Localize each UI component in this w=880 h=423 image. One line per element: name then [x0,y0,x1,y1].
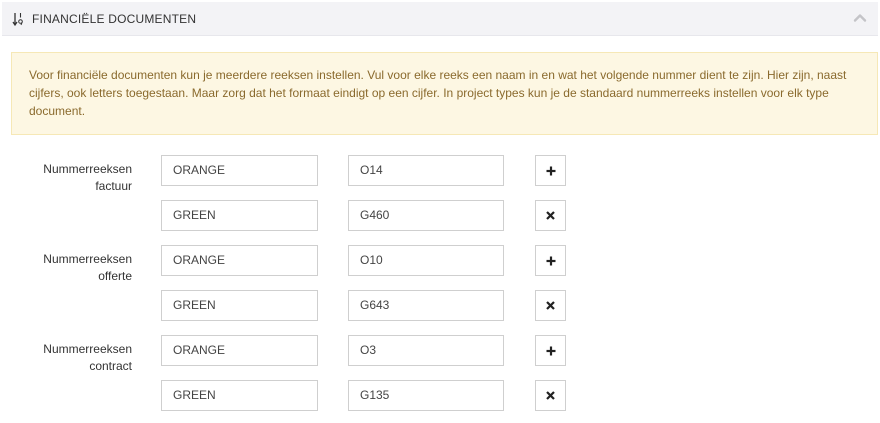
series-name-input[interactable]: GREEN [161,200,318,231]
plus-icon [546,166,555,175]
next-number-input[interactable]: G643 [348,290,504,321]
panel-title: FINANCIËLE DOCUMENTEN [32,12,197,26]
remove-series-button[interactable] [535,200,566,231]
series-name-input[interactable]: GREEN [161,380,318,411]
series-name-input[interactable]: ORANGE [161,245,318,276]
next-number-input[interactable]: G135 [348,380,504,411]
add-series-button[interactable] [535,335,566,366]
add-series-button[interactable] [535,245,566,276]
plus-icon [546,256,555,265]
series-name-input[interactable]: ORANGE [161,155,318,186]
add-series-button[interactable] [535,155,566,186]
series-label-contract: Nummerreeksen contract [20,341,132,375]
remove-series-button[interactable] [535,290,566,321]
label-line: Nummerreeksen [43,252,132,266]
next-number-input[interactable]: O3 [348,335,504,366]
series-name-input[interactable]: GREEN [161,290,318,321]
sort-numeric-icon [12,11,24,27]
label-line: Nummerreeksen [43,162,132,176]
next-number-input[interactable]: O14 [348,155,504,186]
close-icon [546,211,555,220]
series-name-input[interactable]: ORANGE [161,335,318,366]
series-label-offerte: Nummerreeksen offerte [20,251,132,285]
label-line: Nummerreeksen [43,342,132,356]
next-number-input[interactable]: O10 [348,245,504,276]
close-icon [546,301,555,310]
label-line: offerte [98,269,132,283]
plus-icon [546,346,555,355]
info-notice: Voor financiële documenten kun je meerde… [11,52,878,135]
series-label-factuur: Nummerreeksen factuur [20,161,132,195]
next-number-input[interactable]: G460 [348,200,504,231]
remove-series-button[interactable] [535,380,566,411]
label-line: contract [89,359,132,373]
panel-header[interactable]: FINANCIËLE DOCUMENTEN [2,2,878,36]
label-line: factuur [95,179,132,193]
chevron-up-icon[interactable] [852,10,868,26]
close-icon [546,391,555,400]
